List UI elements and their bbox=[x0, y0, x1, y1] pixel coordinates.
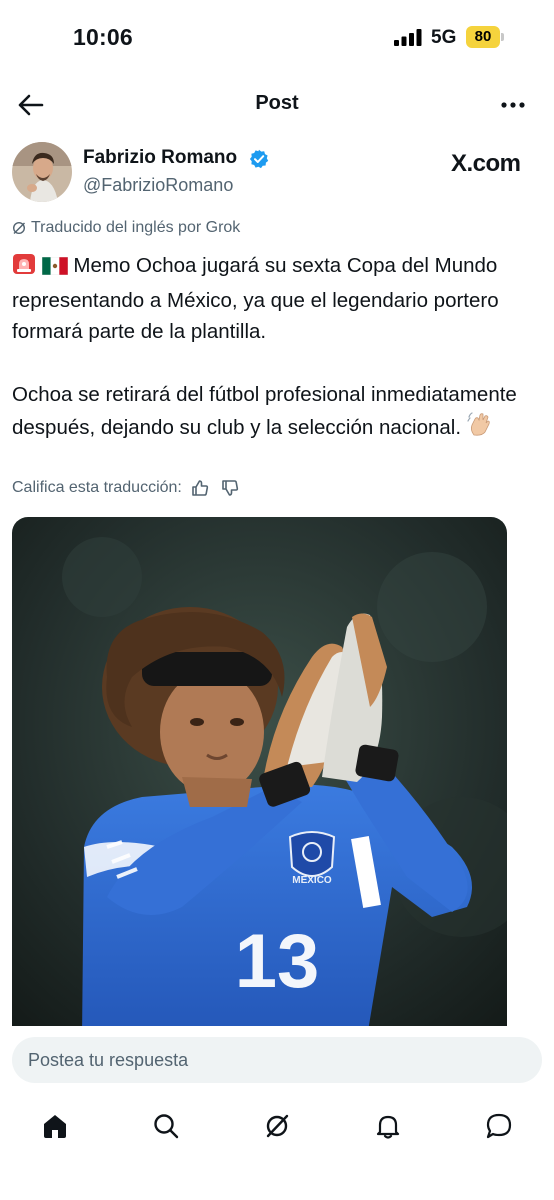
author-name[interactable]: Fabrizio Romano bbox=[83, 147, 237, 169]
mexico-crest: MÉXICO bbox=[288, 831, 336, 886]
search-icon bbox=[154, 1114, 179, 1139]
avatar-image bbox=[12, 142, 72, 202]
author-handle[interactable]: @FabrizioRomano bbox=[83, 175, 233, 196]
post-text-2: Ochoa se retirará del fútbol profesional… bbox=[12, 383, 517, 439]
status-time: 10:06 bbox=[73, 24, 133, 50]
reply-bar bbox=[0, 1026, 554, 1200]
rate-translation: Califica esta traducción: bbox=[12, 476, 242, 500]
page-title: Post bbox=[255, 92, 299, 114]
reply-input[interactable] bbox=[12, 1037, 542, 1083]
mexico-flag-emoji bbox=[41, 253, 68, 285]
thumbs-down-button[interactable] bbox=[218, 476, 242, 500]
bottom-tab-bar bbox=[0, 1106, 554, 1146]
translation-text: Traducido del inglés por Grok bbox=[31, 219, 241, 236]
battery-indicator: 80 bbox=[466, 26, 504, 48]
translation-label: Traducido del inglés por Grok bbox=[12, 219, 240, 237]
tab-search[interactable] bbox=[146, 1106, 186, 1146]
post-paragraph-2: Ochoa se retirará del fútbol profesional… bbox=[12, 379, 542, 446]
more-horizontal-icon bbox=[501, 102, 525, 108]
home-icon bbox=[44, 1115, 66, 1138]
notifications-bell-icon bbox=[376, 1115, 400, 1139]
more-options-button[interactable] bbox=[496, 90, 530, 120]
post-header: Post bbox=[0, 80, 554, 132]
thumbs-up-icon bbox=[192, 480, 208, 496]
messages-icon bbox=[486, 1113, 512, 1139]
status-bar: 10:06 5G 80 bbox=[0, 0, 554, 74]
thumbs-down-icon bbox=[222, 480, 238, 496]
battery-cap bbox=[501, 33, 504, 41]
grok-icon bbox=[12, 221, 26, 235]
goalkeeper-photo: MÉXICO 13 bbox=[12, 517, 507, 1037]
thumbs-up-button[interactable] bbox=[188, 476, 212, 500]
tab-grok[interactable] bbox=[257, 1106, 297, 1146]
tab-notifications[interactable] bbox=[368, 1106, 408, 1146]
verified-badge-icon bbox=[249, 149, 269, 169]
network-type: 5G bbox=[431, 27, 457, 48]
x-com-watermark: X.com bbox=[451, 150, 521, 177]
siren-emoji bbox=[12, 253, 36, 285]
waving-hand-emoji bbox=[467, 411, 493, 447]
rate-translation-label: Califica esta traducción: bbox=[12, 479, 182, 496]
grok-icon bbox=[266, 1114, 289, 1138]
post-text-1: Memo Ochoa jugará su sexta Copa del Mund… bbox=[12, 254, 499, 343]
post-paragraph-1: Memo Ochoa jugará su sexta Copa del Mund… bbox=[12, 250, 542, 348]
post-body: Memo Ochoa jugará su sexta Copa del Mund… bbox=[12, 250, 542, 446]
signal-strength-icon bbox=[394, 29, 422, 46]
post-media-image[interactable]: MÉXICO 13 bbox=[12, 517, 507, 1037]
battery-level: 80 bbox=[474, 28, 492, 45]
tab-home[interactable] bbox=[35, 1106, 75, 1146]
svg-text:MÉXICO: MÉXICO bbox=[292, 873, 332, 886]
jersey-number: 13 bbox=[235, 919, 320, 1004]
avatar[interactable] bbox=[12, 142, 72, 202]
tab-messages[interactable] bbox=[479, 1106, 519, 1146]
